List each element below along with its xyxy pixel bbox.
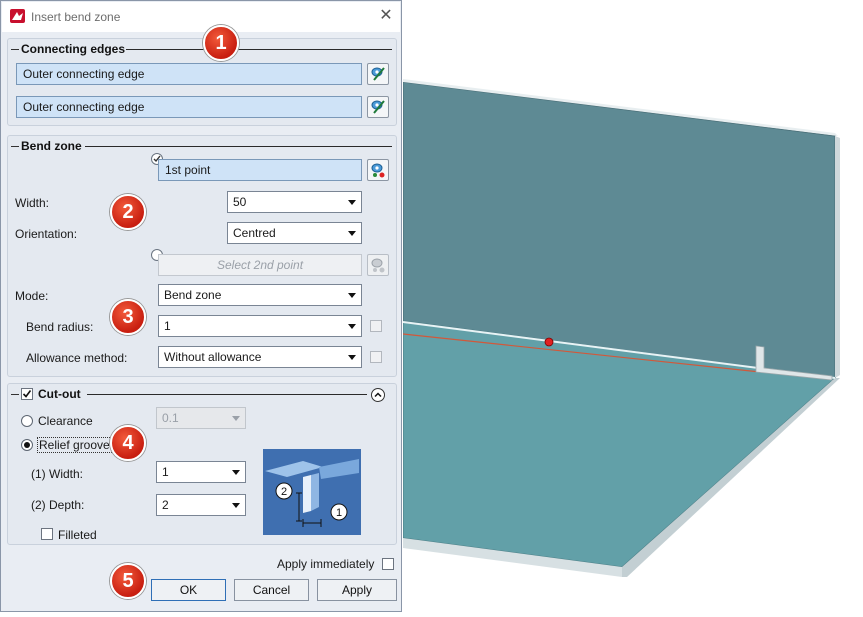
clearance-value: 0.1 (162, 411, 179, 425)
first-point-marker[interactable] (544, 337, 554, 347)
mode-combo[interactable]: Bend zone (158, 284, 362, 306)
apply-immediately-checkbox[interactable] (382, 558, 394, 570)
cutout-width-value: 1 (162, 465, 169, 479)
orientation-label: Orientation: (15, 227, 78, 241)
filleted-checkbox[interactable] (41, 528, 53, 540)
callout-badge: 3 (110, 299, 146, 335)
pick-edge-1-button[interactable] (367, 63, 389, 85)
wall-side-edge (835, 136, 840, 378)
cut-out-checkbox[interactable] (21, 388, 33, 400)
dropdown-arrow-icon (232, 470, 240, 475)
dropdown-arrow-icon (232, 503, 240, 508)
cut-out-title: Cut-out (38, 387, 81, 401)
group-dash (11, 49, 19, 50)
cutout-depth-combo[interactable]: 2 (156, 494, 246, 516)
width-value: 50 (233, 195, 247, 209)
connecting-edges-title: Connecting edges (21, 42, 126, 56)
allowance-method-value: Without allowance (164, 350, 262, 364)
orientation-combo[interactable]: Centred (227, 222, 362, 244)
group-rule (87, 394, 367, 395)
mode-label: Mode: (15, 289, 49, 303)
ok-button[interactable]: OK (151, 579, 226, 601)
dropdown-arrow-icon (348, 355, 356, 360)
dropdown-arrow-icon (348, 200, 356, 205)
model-viewport[interactable] (402, 0, 863, 614)
group-rule (126, 49, 392, 50)
first-point-field[interactable]: 1st point (158, 159, 362, 181)
close-icon[interactable]: ✕ (376, 6, 396, 26)
pick-edge-icon (371, 67, 385, 81)
allowance-checkbox[interactable] (370, 351, 382, 363)
allowance-method-combo[interactable]: Without allowance (158, 346, 362, 368)
clearance-combo: 0.1 (156, 407, 246, 429)
clearance-radio[interactable] (21, 415, 33, 427)
pick-point-2-button (367, 254, 389, 276)
pick-point-icon (371, 163, 385, 178)
dropdown-arrow-icon (348, 324, 356, 329)
callout-badge: 2 (110, 194, 146, 230)
pick-point-disabled-icon (371, 258, 385, 273)
relief-groove-label: Relief groove (37, 437, 112, 453)
dropdown-arrow-icon (232, 416, 240, 421)
cancel-button[interactable]: Cancel (234, 579, 309, 601)
second-point-field: Select 2nd point (158, 254, 362, 276)
bend-radius-value: 1 (164, 319, 171, 333)
app-logo-icon (10, 9, 25, 23)
callout-badge: 1 (203, 25, 239, 61)
callout-badge: 4 (110, 425, 146, 461)
bend-radius-checkbox[interactable] (370, 320, 382, 332)
mode-value: Bend zone (164, 288, 222, 302)
clearance-label: Clearance (38, 414, 93, 428)
filleted-label: Filleted (58, 528, 97, 542)
apply-button[interactable]: Apply (317, 579, 397, 601)
pick-edge-icon (371, 100, 385, 114)
relief-groove-radio[interactable] (21, 439, 33, 451)
dropdown-arrow-icon (348, 231, 356, 236)
cutout-width-combo[interactable]: 1 (156, 461, 246, 483)
cutout-width-label: (1) Width: (31, 467, 84, 481)
edge-1-field[interactable]: Outer connecting edge (16, 63, 362, 85)
bend-radius-label: Bend radius: (26, 320, 94, 334)
group-dash (11, 394, 19, 395)
cutout-depth-label: (2) Depth: (31, 498, 85, 512)
dialog-title: Insert bend zone (31, 10, 121, 24)
bend-radius-combo[interactable]: 1 (158, 315, 362, 337)
group-dash (11, 146, 19, 147)
apply-immediately-label: Apply immediately (277, 557, 375, 571)
collapse-chevron-up-icon[interactable] (371, 388, 385, 402)
cutout-depth-value: 2 (162, 498, 169, 512)
width-combo[interactable]: 50 (227, 191, 362, 213)
dropdown-arrow-icon (348, 293, 356, 298)
width-label: Width: (15, 196, 50, 210)
relief-groove-diagram: 2 1 (263, 449, 361, 535)
sheet-metal-model[interactable] (402, 0, 863, 614)
pick-edge-2-button[interactable] (367, 96, 389, 118)
diagram-depth-label: 2 (281, 486, 287, 498)
allowance-method-label: Allowance method: (26, 351, 128, 365)
diagram-width-label: 1 (336, 507, 342, 519)
edge-2-field[interactable]: Outer connecting edge (16, 96, 362, 118)
pick-point-1-button[interactable] (367, 159, 389, 181)
orientation-value: Centred (233, 226, 276, 240)
bend-zone-title: Bend zone (21, 139, 82, 153)
callout-badge: 5 (110, 563, 146, 599)
group-rule (85, 146, 392, 147)
insert-bend-zone-dialog: Insert bend zone ✕ Connecting edges Oute… (0, 0, 402, 612)
